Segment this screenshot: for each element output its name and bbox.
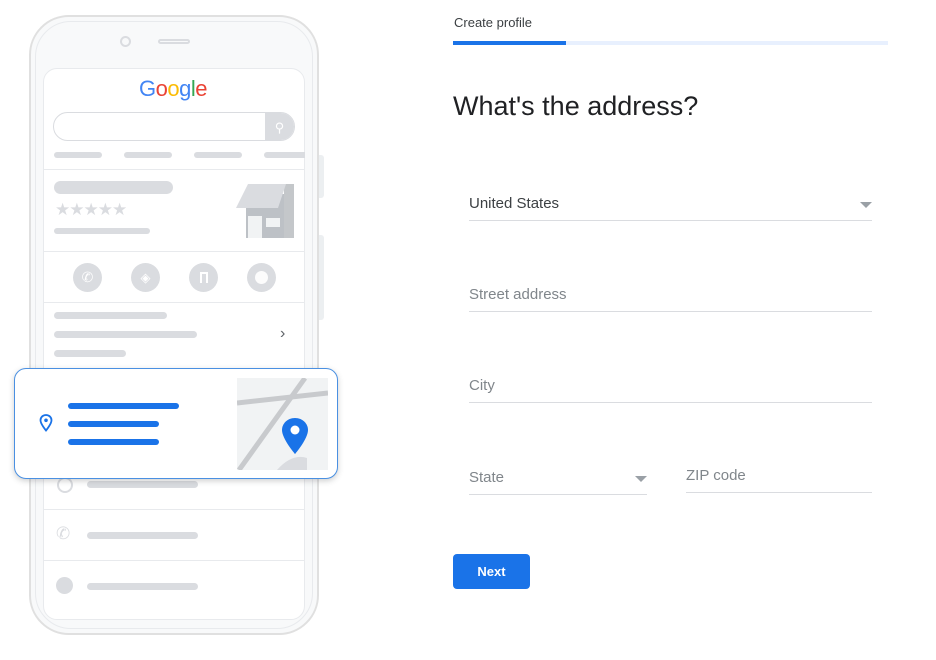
speaker-icon (158, 39, 190, 44)
state-placeholder: State (469, 469, 505, 486)
google-logo: Google (138, 76, 208, 101)
camera-icon (120, 36, 131, 47)
state-select[interactable]: State (469, 467, 647, 495)
page-title: What's the address? (453, 91, 699, 121)
storefront-icon (236, 184, 294, 238)
phone-illustration: Google ⚲ ★★★★★ ✆ ◈ › ✆ (0, 0, 345, 650)
next-button[interactable]: Next (453, 554, 530, 589)
zip-code-input[interactable]: ZIP code (686, 465, 872, 493)
dropdown-arrow-icon (860, 202, 872, 208)
step-label: Create profile (454, 15, 533, 30)
directions-icon: ◈ (131, 263, 160, 292)
street-address-input[interactable]: Street address (469, 284, 872, 312)
rating-stars: ★★★★★ (55, 200, 127, 219)
search-icon: ⚲ (265, 113, 294, 140)
progress-fill (453, 41, 567, 45)
globe-icon (247, 263, 276, 292)
zip-placeholder: ZIP code (686, 467, 746, 484)
progress-bar (453, 41, 888, 45)
search-bar: ⚲ (53, 112, 295, 141)
city-placeholder: City (469, 377, 495, 394)
address-card (14, 368, 338, 479)
side-button (319, 155, 324, 198)
call-icon: ✆ (73, 263, 102, 292)
map-thumbnail (237, 378, 328, 470)
location-pin-icon (39, 414, 53, 432)
chevron-right-icon: › (280, 325, 286, 342)
web-icon (56, 577, 73, 594)
city-input[interactable]: City (469, 375, 872, 403)
side-button (319, 235, 324, 320)
dropdown-arrow-icon (635, 476, 647, 482)
country-select[interactable]: United States (469, 193, 872, 221)
country-value: United States (469, 195, 560, 212)
street-placeholder: Street address (469, 286, 567, 303)
clock-icon (57, 477, 73, 493)
phone-icon: ✆ (56, 524, 71, 543)
bookmark-icon (189, 263, 218, 292)
